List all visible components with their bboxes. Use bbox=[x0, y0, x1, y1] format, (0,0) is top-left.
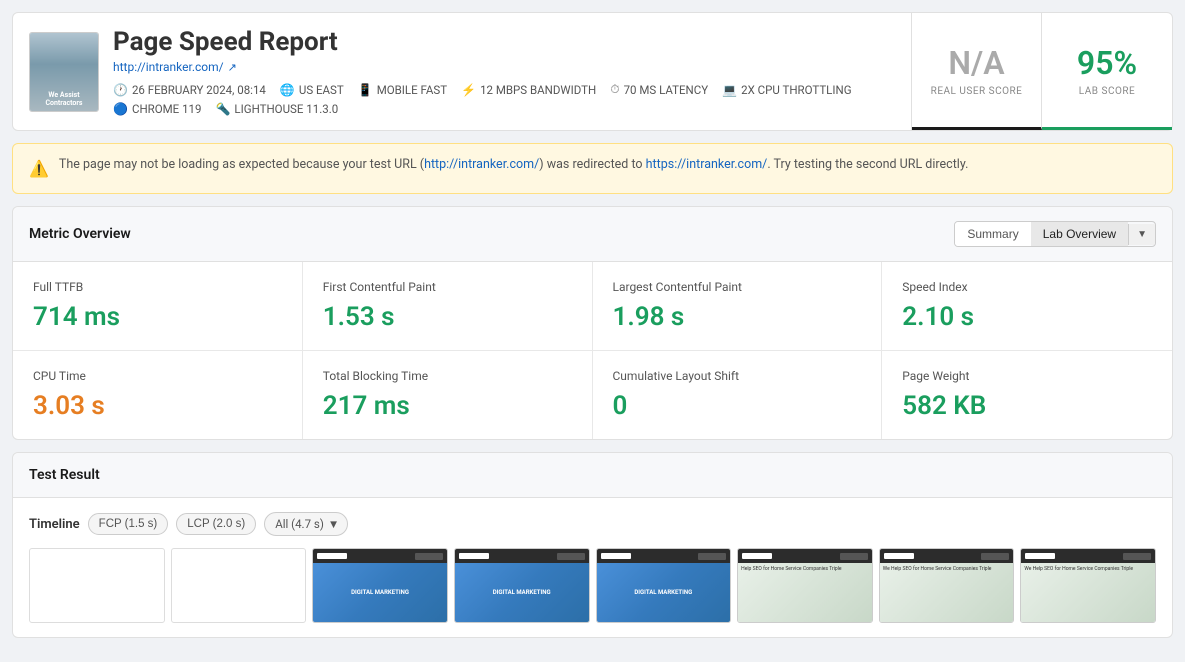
frame-thumb bbox=[29, 548, 165, 623]
timeline-chip-fcp[interactable]: FCP (1.5 s) bbox=[88, 513, 169, 535]
frame-thumb: We Help SEO for Home Service Companies T… bbox=[1020, 548, 1156, 623]
metric-value: 714 ms bbox=[33, 302, 282, 332]
frame-thumb: DIGITAL MARKETING bbox=[596, 548, 732, 623]
bandwidth-icon: ⚡ bbox=[461, 83, 476, 97]
lab-score-label: LAB SCORE bbox=[1079, 86, 1135, 97]
metric-name: Speed Index bbox=[902, 280, 1152, 294]
cpu-icon: 💻 bbox=[722, 83, 737, 97]
metric-cell: Total Blocking Time 217 ms bbox=[303, 351, 593, 439]
frame-thumb bbox=[171, 548, 307, 623]
dropdown-arrow-icon: ▼ bbox=[328, 517, 339, 531]
lighthouse-icon: 🔦 bbox=[215, 102, 230, 116]
meta-date: 🕐 26 FEBRUARY 2024, 08:14 bbox=[113, 82, 266, 97]
header-info: Page Speed Report http://intranker.com/ … bbox=[113, 27, 852, 116]
metric-value: 3.03 s bbox=[33, 391, 282, 421]
timeline-chip-all[interactable]: All (4.7 s) ▼ bbox=[264, 512, 348, 536]
report-title: Page Speed Report bbox=[113, 27, 852, 57]
metrics-header: Metric Overview Summary Lab Overview ▼ bbox=[13, 207, 1172, 262]
tab-summary[interactable]: Summary bbox=[955, 222, 1030, 246]
warning-icon: ⚠️ bbox=[29, 157, 49, 181]
metric-value: 217 ms bbox=[323, 391, 572, 421]
metric-cell: Speed Index 2.10 s bbox=[882, 262, 1172, 351]
metric-value: 0 bbox=[613, 391, 862, 421]
metric-cell: First Contentful Paint 1.53 s bbox=[303, 262, 593, 351]
meta-row: 🕐 26 FEBRUARY 2024, 08:14 🌐 US EAST 📱 MO… bbox=[113, 82, 852, 97]
test-result-section: Test Result Timeline FCP (1.5 s) LCP (2.… bbox=[12, 452, 1173, 638]
timeline-controls: Timeline FCP (1.5 s) LCP (2.0 s) All (4.… bbox=[29, 512, 1156, 536]
metrics-grid: Full TTFB 714 ms First Contentful Paint … bbox=[13, 262, 1172, 439]
header-title-row: We Assist Contractors Page Speed Report … bbox=[29, 27, 895, 116]
frame-thumb: Help SEO for Home Service Companies Trip… bbox=[737, 548, 873, 623]
metric-value: 582 KB bbox=[902, 391, 1152, 421]
metric-name: Total Blocking Time bbox=[323, 369, 572, 383]
header-card: We Assist Contractors Page Speed Report … bbox=[12, 12, 1173, 131]
site-thumbnail: We Assist Contractors bbox=[29, 32, 99, 112]
metric-cell: Full TTFB 714 ms bbox=[13, 262, 303, 351]
metric-cell: CPU Time 3.03 s bbox=[13, 351, 303, 439]
metrics-section: Metric Overview Summary Lab Overview ▼ F… bbox=[12, 206, 1173, 440]
lab-score-box[interactable]: 95% LAB SCORE bbox=[1042, 13, 1172, 130]
metric-cell: Page Weight 582 KB bbox=[882, 351, 1172, 439]
meta-latency: ⏱ 70 MS LATENCY bbox=[610, 82, 708, 97]
metric-value: 1.53 s bbox=[323, 302, 572, 332]
browser-icon: 🔵 bbox=[113, 102, 128, 116]
metric-value: 2.10 s bbox=[902, 302, 1152, 332]
meta-mobile: 📱 MOBILE FAST bbox=[358, 82, 447, 97]
tab-lab-overview[interactable]: Lab Overview bbox=[1031, 222, 1128, 246]
meta-browser: 🔵 CHROME 119 bbox=[113, 102, 201, 116]
real-user-score-box[interactable]: N/A REAL USER SCORE bbox=[912, 13, 1042, 130]
warning-text: The page may not be loading as expected … bbox=[59, 156, 968, 175]
latency-icon: ⏱ bbox=[610, 82, 619, 97]
real-user-score-label: REAL USER SCORE bbox=[931, 86, 1023, 97]
frame-thumb: We Help SEO for Home Service Companies T… bbox=[879, 548, 1015, 623]
header-main: We Assist Contractors Page Speed Report … bbox=[13, 13, 911, 130]
clock-icon: 🕐 bbox=[113, 83, 128, 97]
timeline-label: Timeline bbox=[29, 517, 80, 532]
metric-cell: Cumulative Layout Shift 0 bbox=[593, 351, 883, 439]
metric-cell: Largest Contentful Paint 1.98 s bbox=[593, 262, 883, 351]
frame-thumb: DIGITAL MARKETING bbox=[454, 548, 590, 623]
timeline-chip-lcp[interactable]: LCP (2.0 s) bbox=[176, 513, 256, 535]
tab-dropdown-arrow[interactable]: ▼ bbox=[1128, 224, 1155, 245]
real-user-score-value: N/A bbox=[948, 44, 1004, 82]
metric-name: Page Weight bbox=[902, 369, 1152, 383]
meta-cpu: 💻 2X CPU THROTTLING bbox=[722, 82, 851, 97]
metric-name: First Contentful Paint bbox=[323, 280, 572, 294]
metrics-tab-group: Summary Lab Overview ▼ bbox=[954, 221, 1156, 247]
timeline-frames: DIGITAL MARKETING DIGITAL MARKETING bbox=[29, 548, 1156, 623]
metrics-title: Metric Overview bbox=[29, 226, 131, 242]
timeline-area: Timeline FCP (1.5 s) LCP (2.0 s) All (4.… bbox=[13, 498, 1172, 637]
metric-name: Largest Contentful Paint bbox=[613, 280, 862, 294]
warning-link2[interactable]: https://intranker.com/ bbox=[646, 157, 768, 172]
warning-bar: ⚠️ The page may not be loading as expect… bbox=[12, 143, 1173, 194]
metric-value: 1.98 s bbox=[613, 302, 862, 332]
warning-link1[interactable]: http://intranker.com/ bbox=[424, 157, 539, 172]
mobile-icon: 📱 bbox=[358, 83, 373, 97]
frame-thumb: DIGITAL MARKETING bbox=[312, 548, 448, 623]
lab-score-value: 95% bbox=[1077, 44, 1137, 82]
meta-lighthouse: 🔦 LIGHTHOUSE 11.3.0 bbox=[215, 102, 338, 116]
test-result-title: Test Result bbox=[29, 467, 100, 483]
metric-name: Cumulative Layout Shift bbox=[613, 369, 862, 383]
meta-row2: 🔵 CHROME 119 🔦 LIGHTHOUSE 11.3.0 bbox=[113, 102, 852, 116]
metric-name: CPU Time bbox=[33, 369, 282, 383]
score-boxes: N/A REAL USER SCORE 95% LAB SCORE bbox=[911, 13, 1172, 130]
metric-name: Full TTFB bbox=[33, 280, 282, 294]
external-link-icon[interactable]: ↗ bbox=[228, 61, 237, 74]
meta-location: 🌐 US EAST bbox=[280, 82, 344, 97]
test-result-header: Test Result bbox=[13, 453, 1172, 498]
meta-bandwidth: ⚡ 12 MBPS BANDWIDTH bbox=[461, 82, 596, 97]
report-url: http://intranker.com/ ↗ bbox=[113, 60, 852, 74]
location-icon: 🌐 bbox=[280, 83, 295, 97]
